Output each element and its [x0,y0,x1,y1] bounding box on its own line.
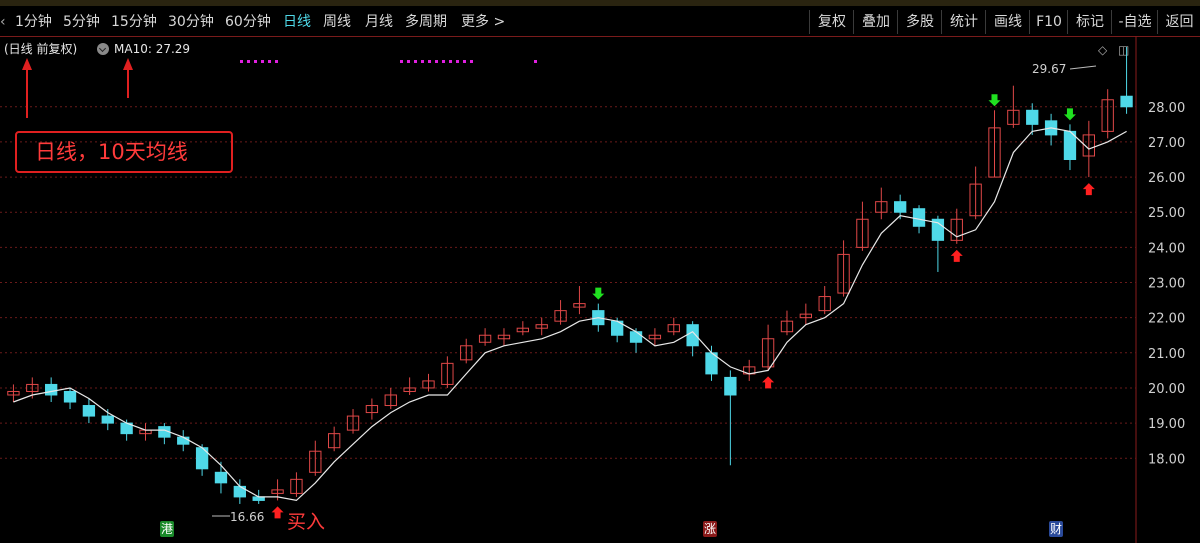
signal-dot [261,60,264,63]
candle-body [63,390,77,403]
candle-body [894,201,907,213]
hk-connect-badge[interactable]: 港 [160,521,174,537]
signal-dot [414,60,417,63]
y-tick-label: 26.00 [1148,171,1185,186]
kline-chart[interactable]: 18.00 19.00 20.00 21.00 22.00 23.00 24.00 25.00… [0,0,1200,543]
signal-dot [240,60,243,63]
signal-dot [463,60,466,63]
annotation-box: 日线，10天均线 [15,131,233,173]
sell-signal-arrow-icon [592,287,605,300]
signal-dot [407,60,410,63]
signal-dot [470,60,473,63]
high-pointer-line [1069,65,1097,70]
candle-body [45,383,58,396]
annotation-pointer-head [123,58,133,70]
y-tick-label: 23.00 [1148,277,1185,292]
candle-body [629,331,643,343]
y-tick-label: 20.00 [1148,382,1185,397]
signal-dot [275,60,278,63]
signal-dot [534,60,537,63]
annotation-pointer-head [22,58,32,70]
candle-body [214,471,228,484]
signal-dot [247,60,250,63]
y-tick-label: 28.00 [1148,101,1185,116]
candle-body [1026,109,1039,125]
signal-dot [400,60,403,63]
y-tick-label: 25.00 [1148,206,1185,221]
y-tick-label: 22.00 [1148,312,1185,327]
limit-up-badge[interactable]: 涨 [703,521,717,537]
buy-signal-arrow-icon [950,249,963,262]
sell-signal-arrow-icon [1063,108,1076,121]
y-tick-label: 24.00 [1148,241,1185,256]
buy-signal-arrow-icon [271,506,284,519]
signal-dot [421,60,424,63]
candle-body [101,415,114,424]
candle-body [686,324,699,347]
y-tick-label: 19.00 [1148,417,1185,432]
y-tick-label: 27.00 [1148,136,1185,151]
candle-body [1120,95,1133,108]
signal-dot [435,60,438,63]
candle-body [82,405,96,417]
signal-dot [268,60,271,63]
buy-annotation: 买入 [287,511,326,533]
signal-dot [449,60,452,63]
candle-body [724,376,737,396]
buy-signal-arrow-icon [762,376,775,389]
signal-dot [442,60,445,63]
y-tick-label: 18.00 [1148,452,1185,467]
signal-dot [456,60,459,63]
high-price-label: 29.67 [1032,62,1067,76]
sell-signal-arrow-icon [988,94,1001,107]
y-tick-label: 21.00 [1148,347,1185,362]
candle-body [177,436,190,445]
financial-report-badge[interactable]: 财 [1049,521,1063,537]
low-price-label: 16.66 [230,510,265,524]
signal-dot [254,60,257,63]
buy-signal-arrow-icon [1082,183,1095,196]
candle-body [912,208,926,227]
signal-dot [428,60,431,63]
